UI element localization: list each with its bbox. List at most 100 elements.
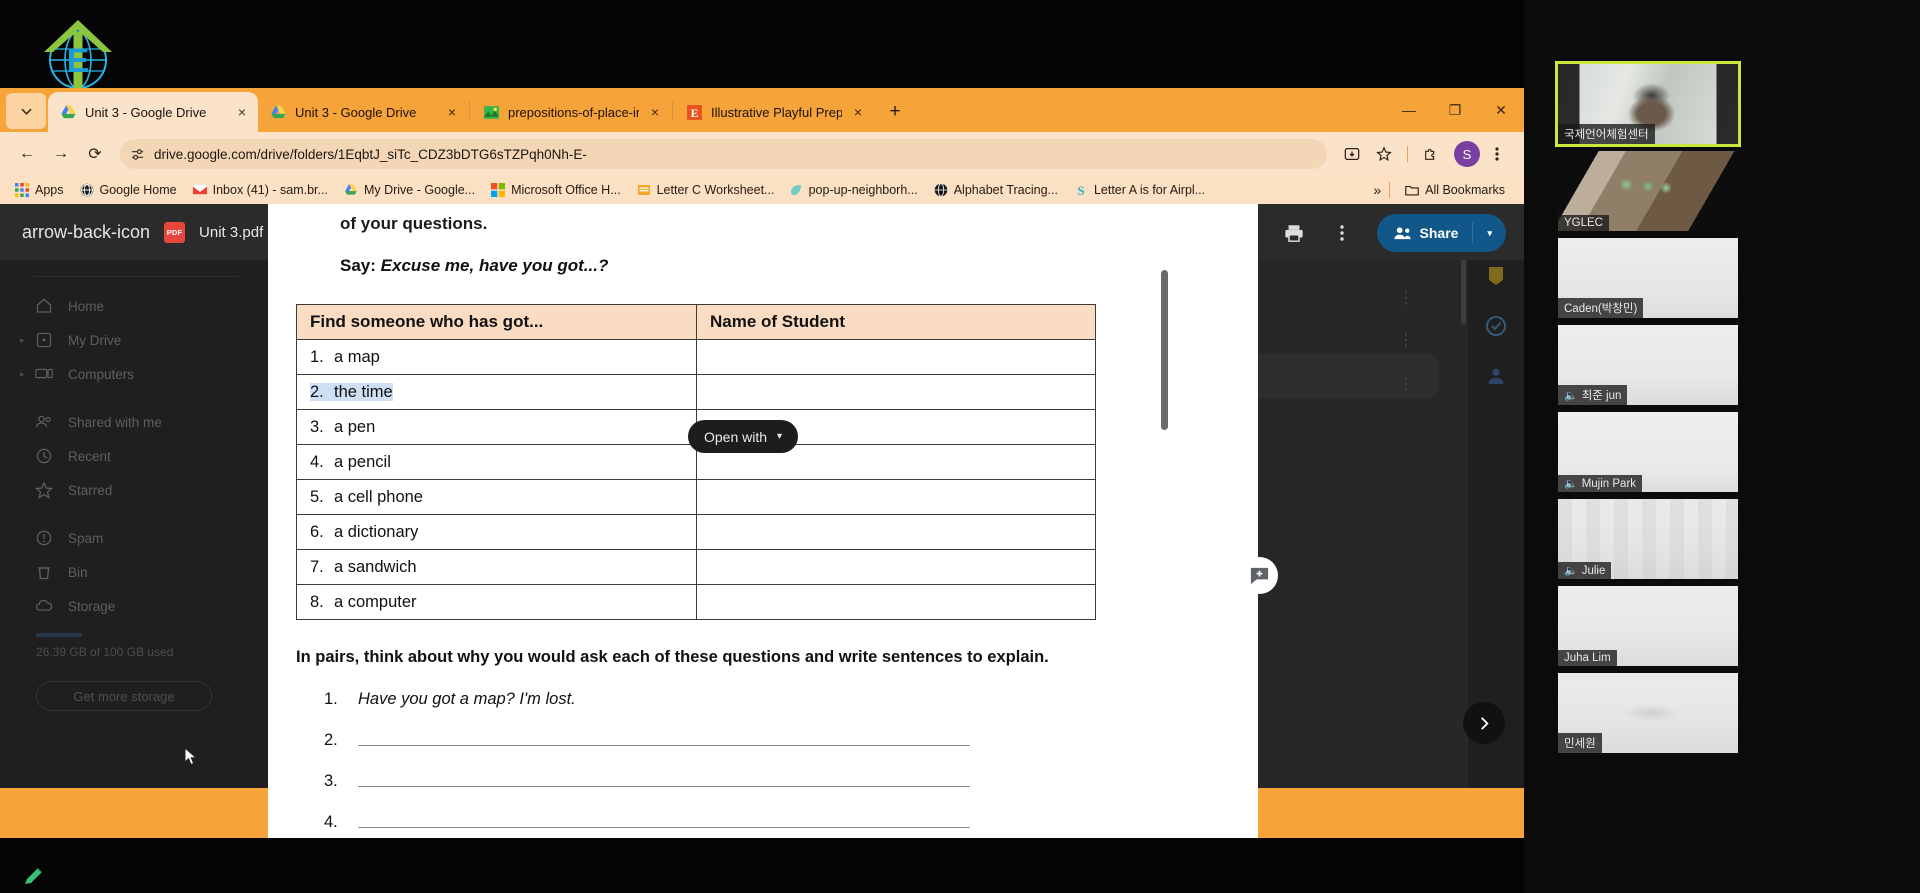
table-cell-item: 4. a pencil — [296, 444, 697, 480]
answer-line-1: 1. Have you got a map? I'm lost. — [324, 690, 1258, 709]
pdf-preview-overlay: of your questions. Say: Excuse me, have … — [0, 204, 1524, 838]
svg-text:E: E — [691, 106, 699, 119]
tab-close-icon-2[interactable]: × — [647, 105, 663, 119]
desktop-background: E Unit 3 - Google Drive × Unit 3 - Googl… — [0, 0, 1920, 893]
bookmark-label: Apps — [35, 183, 64, 197]
video-tile-4[interactable]: 🔈 Mujin Park — [1558, 412, 1738, 492]
video-tile-0[interactable]: 국제언어체험센터 — [1555, 61, 1741, 147]
bookmark-google-home[interactable]: Google Home — [73, 180, 184, 200]
google-drive-icon — [271, 104, 286, 118]
table-row: 8. a computer — [296, 584, 1096, 620]
tab-close-icon-1[interactable]: × — [444, 105, 460, 119]
browser-tab-label-3: Illustrative Playful Prepositions — [711, 104, 842, 120]
mouse-cursor — [184, 747, 198, 766]
reload-button[interactable]: ⟳ — [80, 139, 110, 169]
back-button[interactable]: ← — [12, 139, 42, 169]
table-cell-name[interactable] — [696, 549, 1096, 585]
video-tile-7[interactable]: 민세원 — [1558, 673, 1738, 753]
kebab-menu-icon[interactable] — [1482, 139, 1512, 169]
chrome-browser-window: Unit 3 - Google Drive × Unit 3 - Google … — [0, 88, 1524, 838]
video-tile-1[interactable]: YGLEC — [1558, 151, 1738, 231]
more-options-icon[interactable] — [1321, 214, 1363, 252]
table-cell-item: 6. a dictionary — [296, 514, 697, 550]
row-number: 1. — [310, 347, 324, 366]
table-cell-name[interactable] — [696, 514, 1096, 550]
browser-tab-3[interactable]: E Illustrative Playful Prepositions × — [674, 92, 874, 132]
row-number: 6. — [310, 522, 324, 541]
svg-text:E: E — [67, 42, 90, 80]
chevron-down-icon: ▾ — [777, 431, 783, 442]
tab-search-button[interactable] — [6, 93, 46, 129]
answer-number: 2. — [324, 731, 338, 750]
participant-name: 🔈 Julie — [1558, 562, 1612, 579]
all-bookmarks-button[interactable]: All Bookmarks — [1398, 180, 1512, 200]
bookmark-label: Google Home — [99, 183, 177, 197]
new-tab-button[interactable]: + — [880, 97, 910, 127]
annotate-pencil-icon[interactable] — [22, 866, 44, 888]
all-bookmarks-label: All Bookmarks — [1425, 183, 1505, 197]
participant-name: Juha Lim — [1558, 650, 1617, 666]
document-top-line: of your questions. — [340, 214, 488, 233]
install-app-icon[interactable] — [1337, 139, 1367, 169]
muted-mic-icon: 🔈 — [1564, 565, 1578, 577]
table-cell-name[interactable] — [696, 374, 1096, 410]
image-file-icon — [484, 105, 499, 119]
pdf-document-page: of your questions. Say: Excuse me, have … — [268, 204, 1258, 838]
video-tile-3[interactable]: 🔈 최준 jun — [1558, 325, 1738, 405]
forward-button[interactable]: → — [46, 139, 76, 169]
say-prefix: Say: — [340, 256, 376, 275]
participant-name-text: Juha Lim — [1564, 652, 1611, 664]
bookmarks-bar-right: » All Bookmarks — [1373, 180, 1516, 200]
maximize-button[interactable]: ❐ — [1432, 88, 1478, 132]
browser-tab-0[interactable]: Unit 3 - Google Drive × — [48, 92, 258, 132]
video-tile-2[interactable]: Caden(박창민) — [1558, 238, 1738, 318]
row-text: a pencil — [334, 452, 391, 471]
share-dropdown-caret[interactable]: ▾ — [1473, 228, 1506, 239]
puzzle-icon[interactable] — [1416, 139, 1446, 169]
table-header-name-of-student: Name of Student — [696, 304, 1096, 340]
bookmarks-overflow-button[interactable]: » — [1373, 182, 1381, 198]
row-number: 2. — [310, 382, 324, 401]
etsy-icon: E — [687, 104, 702, 120]
print-icon[interactable] — [1273, 214, 1315, 252]
row-text: a pen — [334, 417, 376, 436]
participant-name-text: Caden(박창민) — [1564, 303, 1638, 315]
table-cell-item: 8. a computer — [296, 584, 697, 620]
profile-avatar[interactable]: S — [1454, 141, 1480, 167]
participant-name: 🔈 최준 jun — [1558, 385, 1628, 405]
pdf-back-button[interactable]: arrow-back-icon — [22, 222, 150, 243]
table-cell-name[interactable] — [696, 584, 1096, 620]
omnibox-actions: S — [1337, 139, 1512, 169]
bookmark-apps[interactable]: Apps — [8, 180, 71, 200]
browser-tab-2[interactable]: prepositions-of-place-in-engli × — [471, 92, 671, 132]
pdf-file-type-badge: PDF — [164, 221, 186, 243]
answer-number: 1. — [324, 690, 338, 709]
tab-close-icon-3[interactable]: × — [850, 105, 866, 119]
share-button-main[interactable]: Share — [1377, 225, 1473, 242]
row-number: 4. — [310, 452, 324, 471]
share-button[interactable]: Share ▾ — [1376, 214, 1506, 252]
gmail-icon — [192, 184, 207, 196]
table-header-row: Find someone who has got... Name of Stud… — [296, 304, 1096, 340]
next-page-button[interactable] — [1463, 702, 1505, 744]
video-tile-5[interactable]: 🔈 Julie — [1558, 499, 1738, 579]
browser-tab-label-2: prepositions-of-place-in-engli — [508, 104, 639, 120]
star-icon[interactable] — [1369, 139, 1399, 169]
tune-icon[interactable] — [130, 147, 145, 162]
table-cell-item: 5. a cell phone — [296, 479, 697, 515]
tab-close-icon-0[interactable]: × — [234, 105, 250, 119]
answer-line-2: 2. — [324, 731, 1258, 750]
participant-name-text: YGLEC — [1564, 217, 1603, 229]
table-cell-name[interactable] — [696, 339, 1096, 375]
pdf-scrollbar[interactable] — [1161, 270, 1168, 430]
muted-mic-icon: 🔈 — [1564, 478, 1578, 490]
browser-tab-1[interactable]: Unit 3 - Google Drive × — [258, 92, 468, 132]
table-cell-name[interactable] — [696, 479, 1096, 515]
minimize-button[interactable]: — — [1386, 88, 1432, 132]
add-comment-fab[interactable] — [1241, 557, 1278, 594]
open-with-button[interactable]: Open with ▾ — [688, 420, 799, 453]
close-window-button[interactable]: ✕ — [1478, 88, 1524, 132]
browser-tab-label-1: Unit 3 - Google Drive — [295, 104, 417, 120]
video-tile-6[interactable]: Juha Lim — [1558, 586, 1738, 666]
participant-name-text: 최준 jun — [1581, 390, 1622, 402]
